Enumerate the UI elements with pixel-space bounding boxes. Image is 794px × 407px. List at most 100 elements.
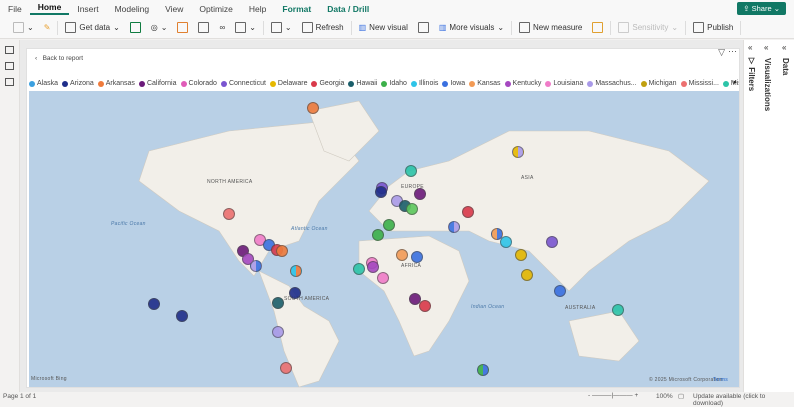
- menu-modeling[interactable]: Modeling: [107, 4, 158, 14]
- map-visual[interactable]: ‹ Back to report ▽ ⋯ Alaska Arizona Arkans…: [26, 46, 740, 388]
- terms-link[interactable]: Terms: [713, 377, 728, 383]
- legend-item[interactable]: Louisiana: [545, 80, 583, 87]
- bubble-map[interactable]: NORTH AMERICA SOUTH AMERICA EUROPE ASIA …: [29, 91, 739, 387]
- legend-item[interactable]: Arizona: [62, 80, 94, 87]
- map-bubble[interactable]: [367, 261, 379, 273]
- menu-format[interactable]: Format: [274, 4, 319, 14]
- share-button[interactable]: ⇪ Share ⌄: [737, 2, 786, 15]
- get-data-button[interactable]: Get data ⌄: [60, 22, 124, 33]
- menu-home[interactable]: Home: [29, 2, 70, 15]
- text-box-button[interactable]: [413, 22, 434, 33]
- map-bubble[interactable]: [353, 263, 365, 275]
- legend-item[interactable]: Hawaii: [348, 80, 377, 87]
- visualizations-pane-tab[interactable]: Visualizations: [763, 58, 772, 111]
- more-visuals-button[interactable]: ▥ More visuals ⌄: [434, 23, 509, 32]
- legend-item[interactable]: Massachus...: [587, 80, 637, 87]
- filters-pane-tab[interactable]: ▽ Filters: [747, 56, 756, 91]
- menu-file[interactable]: File: [0, 4, 30, 14]
- map-bubble[interactable]: [462, 206, 474, 218]
- legend-item[interactable]: Alaska: [29, 80, 58, 87]
- map-bubble[interactable]: [223, 208, 235, 220]
- legend-item[interactable]: Arkansas: [97, 80, 135, 87]
- legend-item[interactable]: Idaho: [381, 80, 407, 87]
- map-bubble[interactable]: [515, 249, 527, 261]
- legend-item[interactable]: Kansas: [469, 80, 501, 87]
- format-painter-button[interactable]: ✎: [39, 23, 56, 32]
- map-bubble[interactable]: [521, 269, 533, 281]
- model-view-icon[interactable]: [5, 78, 14, 86]
- legend-item[interactable]: Mississi...: [680, 80, 719, 87]
- map-bubble[interactable]: [419, 300, 431, 312]
- new-measure-button[interactable]: New measure: [514, 22, 587, 33]
- menu-insert[interactable]: Insert: [69, 4, 106, 14]
- menu-help[interactable]: Help: [241, 4, 274, 14]
- report-view-icon[interactable]: [5, 46, 14, 54]
- filter-icon[interactable]: ▽: [718, 47, 725, 58]
- map-bubble[interactable]: [372, 229, 384, 241]
- data-pane-tab[interactable]: Data: [781, 58, 790, 75]
- back-to-report-button[interactable]: ‹ Back to report: [35, 55, 83, 62]
- map-bubble[interactable]: [612, 304, 624, 316]
- recent-icon: [235, 22, 247, 33]
- onelake-button[interactable]: ◎ ⌄: [146, 23, 173, 32]
- map-bubble[interactable]: [406, 203, 418, 215]
- map-bubble[interactable]: [554, 285, 566, 297]
- back-label: Back to report: [42, 55, 84, 62]
- map-bubble[interactable]: [377, 272, 389, 284]
- paste-button[interactable]: ⌄: [8, 22, 39, 33]
- transform-button[interactable]: ⌄: [266, 22, 297, 33]
- map-bubble[interactable]: [272, 326, 284, 338]
- zoom-slider[interactable]: - ———|——— +: [588, 392, 638, 399]
- map-bubble[interactable]: [250, 260, 262, 272]
- map-bubble[interactable]: [307, 102, 319, 114]
- menu-optimize[interactable]: Optimize: [191, 4, 241, 14]
- quick-measure-button[interactable]: [587, 22, 608, 33]
- legend-item[interactable]: Delaware: [269, 80, 307, 87]
- table-view-icon[interactable]: [5, 62, 14, 70]
- map-bubble[interactable]: [383, 219, 395, 231]
- map-bubble[interactable]: [411, 251, 423, 263]
- recent-sources-button[interactable]: ⌄: [230, 22, 261, 33]
- legend-item[interactable]: Michigan: [640, 80, 677, 87]
- sql-button[interactable]: [172, 22, 193, 33]
- map-bubble[interactable]: [276, 245, 288, 257]
- enter-data-button[interactable]: [193, 22, 214, 33]
- sensitivity-button[interactable]: Sensitivity ⌄: [613, 22, 683, 33]
- map-bubble[interactable]: [289, 287, 301, 299]
- more-options-icon[interactable]: ⋯: [728, 46, 737, 57]
- map-bubble[interactable]: [272, 297, 284, 309]
- excel-button[interactable]: [125, 22, 146, 33]
- map-bubble[interactable]: [405, 165, 417, 177]
- legend-item[interactable]: Iowa: [442, 80, 465, 87]
- legend-next-arrow[interactable]: ▸: [733, 78, 737, 86]
- map-bubble[interactable]: [148, 298, 160, 310]
- map-bubble[interactable]: [280, 362, 292, 374]
- map-bubble[interactable]: [290, 265, 302, 277]
- menu-view[interactable]: View: [157, 4, 191, 14]
- map-bubble[interactable]: [512, 146, 524, 158]
- map-bubble[interactable]: [414, 188, 426, 200]
- map-bubble[interactable]: [448, 221, 460, 233]
- map-bubble[interactable]: [375, 186, 387, 198]
- collapse-data-icon[interactable]: «: [782, 43, 786, 52]
- legend-item[interactable]: Colorado: [180, 80, 217, 87]
- legend-item[interactable]: Kentucky: [504, 80, 541, 87]
- legend-item[interactable]: Illinois: [410, 80, 438, 87]
- legend-item[interactable]: California: [138, 80, 177, 87]
- dataverse-button[interactable]: ∞: [214, 23, 230, 32]
- refresh-button[interactable]: Refresh: [297, 22, 349, 33]
- collapse-filters-icon[interactable]: «: [748, 43, 752, 52]
- legend-item[interactable]: Connecticut: [220, 80, 266, 87]
- publish-button[interactable]: Publish: [688, 22, 738, 33]
- menu-data-drill[interactable]: Data / Drill: [319, 4, 377, 14]
- update-link[interactable]: Update available (click to download): [693, 393, 794, 407]
- map-bubble[interactable]: [477, 364, 489, 376]
- fit-page-icon[interactable]: ▢: [678, 392, 684, 400]
- map-bubble[interactable]: [176, 310, 188, 322]
- map-bubble[interactable]: [396, 249, 408, 261]
- collapse-visualizations-icon[interactable]: «: [764, 43, 768, 52]
- map-bubble[interactable]: [500, 236, 512, 248]
- new-visual-button[interactable]: ▥ New visual: [354, 23, 413, 32]
- legend-item[interactable]: Georgia: [311, 80, 344, 87]
- map-bubble[interactable]: [546, 236, 558, 248]
